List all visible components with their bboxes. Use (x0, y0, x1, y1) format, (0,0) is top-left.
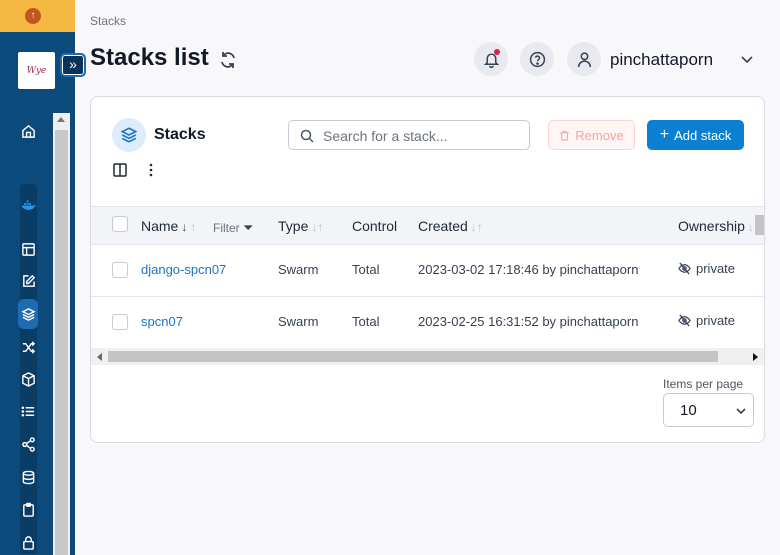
stack-name-link[interactable]: django-spcn07 (141, 262, 226, 277)
stacks-icon (112, 118, 146, 152)
stack-control: Total (352, 262, 380, 277)
stack-ownership: private (678, 261, 735, 276)
notifications-button[interactable] (474, 42, 508, 76)
chevron-down-icon[interactable] (740, 52, 754, 66)
header-ownership-label: Ownership (678, 218, 745, 234)
remove-button[interactable]: Remove (548, 120, 635, 150)
logo-text: Wye (26, 65, 47, 76)
shuffle-icon[interactable] (18, 337, 38, 357)
sort-icon: ↓↑ (470, 220, 483, 234)
stacks-icon[interactable] (18, 304, 38, 324)
row-checkbox[interactable] (112, 314, 128, 330)
lock-icon[interactable] (18, 532, 38, 552)
select-all-checkbox[interactable] (112, 216, 128, 232)
sort-desc-icon: ↓ (181, 220, 188, 234)
header-ownership[interactable]: Ownership ↓ (678, 218, 754, 234)
arrow-up-icon: ↑ (25, 8, 41, 24)
items-per-page-label: Items per page (663, 377, 744, 391)
eye-off-icon (678, 314, 691, 327)
network-icon[interactable] (18, 434, 38, 454)
trash-icon (560, 130, 569, 141)
items-per-page-select[interactable]: 10 (663, 393, 754, 427)
help-button[interactable] (520, 42, 554, 76)
columns-icon[interactable] (112, 162, 128, 178)
help-icon (529, 51, 545, 67)
logo[interactable]: Wye (18, 52, 55, 89)
search-input[interactable] (323, 126, 523, 146)
search-box[interactable] (288, 120, 530, 150)
box-icon[interactable] (18, 369, 38, 389)
header-name[interactable]: Name ↓ ↑ (141, 218, 196, 234)
card-title: Stacks (154, 126, 206, 143)
sort-icon: ↓↑ (311, 220, 324, 234)
add-stack-label: Add stack (674, 127, 732, 143)
stacks-card: Stacks Remove + Add stack Name↓↑ Filter … (90, 96, 765, 443)
search-icon (300, 129, 314, 143)
dashboard-icon[interactable] (18, 239, 38, 259)
eye-off-icon (678, 262, 691, 275)
stack-created: 2023-03-02 17:18:46 by pinchattaporn (418, 262, 639, 277)
header-type-label: Type (278, 218, 309, 234)
header-type[interactable]: Type ↓↑ (278, 218, 323, 234)
update-banner[interactable]: ↑ (0, 0, 75, 32)
notification-dot (494, 49, 500, 55)
refresh-icon[interactable] (218, 50, 238, 70)
vertical-scroll-thumb[interactable] (755, 215, 764, 235)
stack-type: Swarm (278, 314, 319, 329)
table-header: Name ↓ ↑ Filter ⏷ Type ↓↑ Control Created ↓↑… (91, 206, 764, 245)
stack-name-link[interactable]: spcn07 (141, 314, 183, 329)
items-per-page-value: 10 (680, 402, 697, 419)
ownership-label: private (696, 261, 736, 276)
header-created[interactable]: Created ↓↑ (418, 218, 483, 234)
table-horizontal-scrollbar[interactable] (91, 348, 764, 365)
stack-ownership: private (678, 313, 735, 328)
table-row: django-spcn07 Swarm Total 2023-03-02 17:… (91, 245, 764, 297)
home-icon[interactable] (18, 121, 38, 141)
docker-icon (18, 195, 38, 215)
sidebar-scrollbar[interactable] (53, 113, 70, 555)
scroll-right-arrow[interactable] (753, 353, 758, 361)
sidebar: ↑ Wye (0, 0, 75, 555)
chevron-down-icon (736, 408, 746, 415)
header-name-label: Name (141, 218, 179, 234)
scrollbar-thumb[interactable] (108, 351, 718, 362)
filter-label: Filter (213, 221, 240, 235)
app-root: ↑ Wye » Stacks Stacks list pinchattaporn… (0, 0, 780, 555)
sort-icon: ↓ (747, 220, 754, 234)
clipboard-icon[interactable] (18, 499, 38, 519)
stacks-table: Name ↓ ↑ Filter ⏷ Type ↓↑ Control Created ↓↑… (91, 206, 764, 350)
scrollbar-thumb[interactable] (55, 130, 68, 555)
username[interactable]: pinchattaporn (610, 50, 713, 70)
stack-type: Swarm (278, 262, 319, 277)
filter-button[interactable]: Filter ⏷ (213, 220, 253, 236)
sort-icon: ↑ (190, 220, 197, 234)
table-row: spcn07 Swarm Total 2023-02-25 16:31:52 b… (91, 297, 764, 349)
header-control-label: Control (352, 218, 398, 234)
ownership-label: private (696, 313, 736, 328)
breadcrumb: Stacks (90, 14, 127, 28)
list-icon[interactable] (18, 401, 38, 421)
stack-created: 2023-02-25 16:31:52 by pinchattaporn (418, 314, 639, 329)
plus-icon: + (659, 126, 670, 143)
add-stack-button[interactable]: + Add stack (647, 120, 744, 150)
header-created-label: Created (418, 218, 468, 234)
header-control: Control (352, 218, 397, 234)
database-icon[interactable] (18, 467, 38, 487)
user-icon (577, 51, 591, 67)
more-options-icon[interactable] (143, 162, 159, 178)
page-title: Stacks list (90, 44, 209, 71)
filter-icon: ⏷ (243, 220, 254, 235)
user-avatar[interactable] (567, 42, 601, 76)
scroll-up-arrow[interactable] (57, 117, 65, 122)
edit-icon[interactable] (18, 271, 38, 291)
remove-label: Remove (575, 127, 624, 143)
row-checkbox[interactable] (112, 262, 128, 278)
scroll-left-arrow[interactable] (97, 353, 102, 361)
stack-control: Total (352, 314, 380, 329)
expand-sidebar-button[interactable]: » (60, 53, 86, 77)
